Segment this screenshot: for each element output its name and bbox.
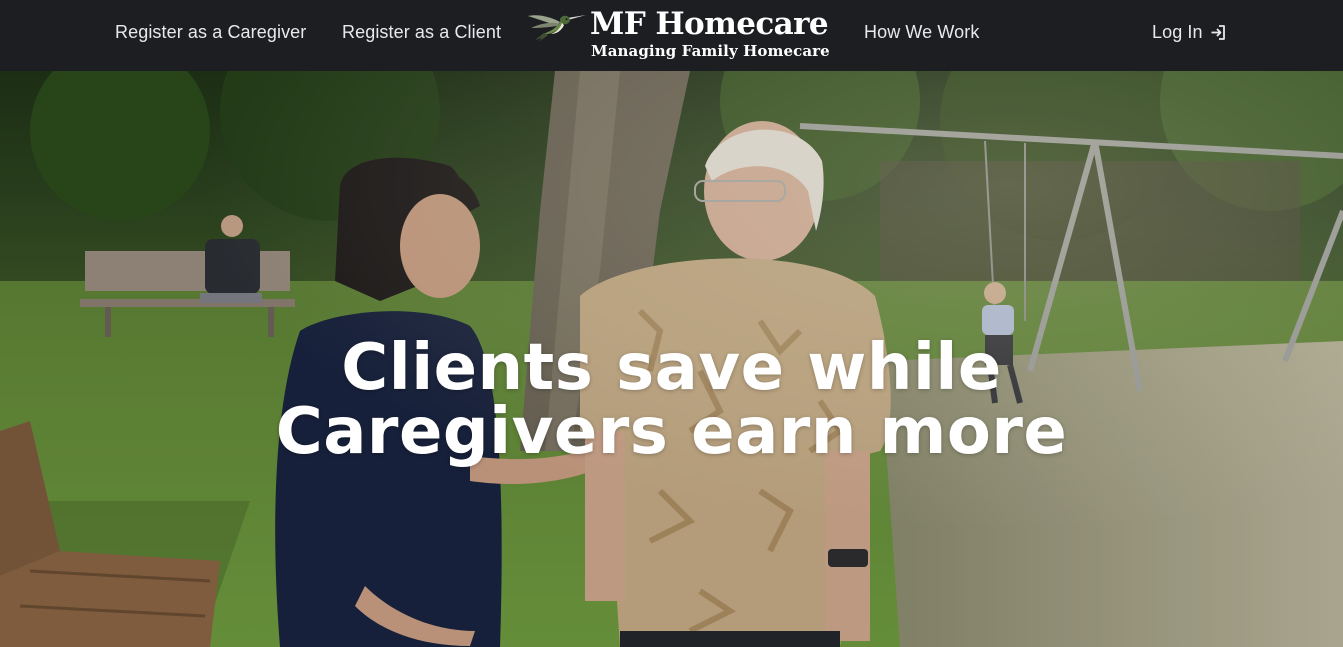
hero-headline: Clients save while Caregivers earn more (275, 330, 1068, 469)
brand-logo-link[interactable]: MF Homecare Managing Family Homecare (527, 4, 830, 66)
nav-login-label: Log In (1152, 22, 1203, 42)
nav-register-client[interactable]: Register as a Client (342, 22, 501, 43)
brand-subtitle: Managing Family Homecare (591, 42, 830, 60)
nav-login-link[interactable]: Log In (1152, 22, 1227, 43)
nav-register-caregiver[interactable]: Register as a Caregiver (115, 22, 306, 43)
brand-title: MF Homecare (590, 6, 829, 42)
nav-how-we-work[interactable]: How We Work (864, 22, 979, 43)
hero-section: Clients save while Caregivers earn more (0, 71, 1343, 647)
sign-in-icon (1211, 25, 1225, 40)
hummingbird-icon (528, 15, 586, 42)
page: Register as a Caregiver Register as a Cl… (0, 0, 1343, 647)
top-navbar: Register as a Caregiver Register as a Cl… (0, 0, 1343, 71)
